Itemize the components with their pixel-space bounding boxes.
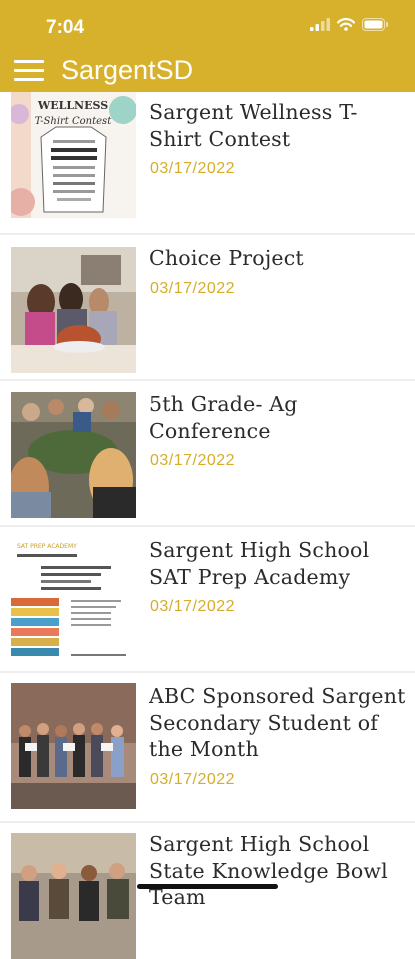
menu-bar: [14, 60, 44, 63]
news-title[interactable]: 5th Grade- Ag Conference: [149, 391, 407, 444]
news-date: 03/17/2022: [150, 280, 236, 297]
news-thumbnail: SAT PREP ACADEMY: [11, 538, 136, 664]
news-title[interactable]: Sargent High School State Knowledge Bowl…: [149, 831, 407, 911]
menu-bar: [14, 78, 44, 81]
news-feed[interactable]: WELLNESS T-Shirt Contest Sargent Wellnes…: [0, 92, 415, 959]
news-item[interactable]: Sargent High School State Knowledge Bowl…: [0, 823, 415, 959]
news-title[interactable]: ABC Sponsored Sargent Secondary Student …: [149, 683, 407, 763]
news-item[interactable]: SAT PREP ACADEMY Sargent High School SAT…: [0, 527, 415, 673]
news-title[interactable]: Sargent High School SAT Prep Academy: [149, 537, 407, 590]
news-item[interactable]: Choice Project 03/17/2022: [0, 235, 415, 381]
app-header: 7:04 SargentSD: [0, 0, 415, 92]
svg-text:WELLNESS: WELLNESS: [37, 99, 108, 112]
news-thumbnail: WELLNESS T-Shirt Contest: [11, 92, 136, 218]
news-item[interactable]: ABC Sponsored Sargent Secondary Student …: [0, 673, 415, 823]
news-date: 03/17/2022: [150, 160, 236, 177]
news-date: 03/17/2022: [150, 598, 236, 615]
news-date: 03/17/2022: [150, 452, 236, 469]
home-indicator: [137, 884, 278, 889]
news-title[interactable]: Choice Project: [149, 245, 407, 272]
app-title: SargentSD: [61, 55, 194, 85]
news-thumbnail: [11, 683, 136, 809]
news-title[interactable]: Sargent Wellness T-Shirt Contest: [149, 99, 407, 152]
news-thumbnail: [11, 833, 136, 959]
news-item[interactable]: 5th Grade- Ag Conference 03/17/2022: [0, 381, 415, 527]
signal-icon: [310, 18, 330, 31]
hamburger-menu-icon[interactable]: [14, 60, 44, 82]
status-icons: [310, 18, 389, 31]
status-time: 7:04: [46, 17, 85, 38]
svg-text:T-Shirt Contest: T-Shirt Contest: [35, 116, 112, 127]
news-item[interactable]: WELLNESS T-Shirt Contest Sargent Wellnes…: [0, 92, 415, 235]
menu-bar: [14, 69, 44, 72]
news-thumbnail: [11, 247, 136, 373]
wifi-icon: [337, 18, 355, 31]
news-date: 03/17/2022: [150, 771, 236, 788]
battery-icon: [362, 18, 388, 31]
news-thumbnail: [11, 392, 136, 518]
svg-text:SAT PREP ACADEMY: SAT PREP ACADEMY: [17, 543, 77, 550]
